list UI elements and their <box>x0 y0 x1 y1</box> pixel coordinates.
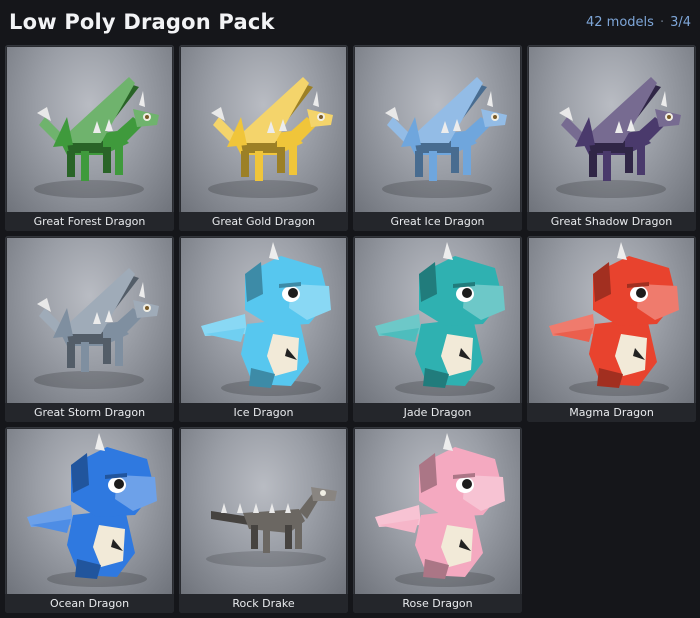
model-grid: Great Forest Dragon Great Gold Dragon Grea… <box>5 45 696 613</box>
dragon-render <box>382 77 507 198</box>
model-count: 42 models <box>586 14 654 30</box>
model-name: Rose Dragon <box>353 594 522 613</box>
gallery-meta: 42 models · 3/4 <box>586 15 691 30</box>
model-card[interactable]: Great Storm Dragon <box>5 236 174 422</box>
model-thumbnail <box>355 47 520 212</box>
model-card[interactable]: Magma Dragon <box>527 236 696 422</box>
model-name: Great Shadow Dragon <box>527 212 696 231</box>
model-card[interactable]: Great Ice Dragon <box>353 45 522 231</box>
dragon-render <box>556 77 681 198</box>
dragon-render <box>206 487 337 567</box>
dragon-render <box>27 433 157 587</box>
model-card[interactable]: Great Forest Dragon <box>5 45 174 231</box>
model-card[interactable]: Ice Dragon <box>179 236 348 422</box>
gallery-header: Low Poly Dragon Pack 42 models · 3/4 <box>0 0 700 44</box>
model-name: Magma Dragon <box>527 403 696 422</box>
dragon-render <box>375 433 505 587</box>
model-name: Ocean Dragon <box>5 594 174 613</box>
page-title: Low Poly Dragon Pack <box>9 10 275 34</box>
model-thumbnail <box>7 47 172 212</box>
model-name: Ice Dragon <box>179 403 348 422</box>
model-thumbnail <box>181 429 346 594</box>
dragon-render <box>375 242 505 396</box>
model-thumbnail <box>355 429 520 594</box>
model-thumbnail <box>181 238 346 403</box>
dragon-render <box>34 268 159 389</box>
model-name: Great Forest Dragon <box>5 212 174 231</box>
model-card[interactable]: Rose Dragon <box>353 427 522 613</box>
dragon-render <box>201 242 331 396</box>
model-name: Great Ice Dragon <box>353 212 522 231</box>
model-name: Great Gold Dragon <box>179 212 348 231</box>
model-name: Great Storm Dragon <box>5 403 174 422</box>
model-thumbnail <box>7 238 172 403</box>
model-name: Jade Dragon <box>353 403 522 422</box>
dragon-render <box>549 242 679 396</box>
model-card[interactable]: Great Gold Dragon <box>179 45 348 231</box>
model-thumbnail <box>355 238 520 403</box>
model-card[interactable]: Ocean Dragon <box>5 427 174 613</box>
meta-separator: · <box>659 14 665 30</box>
model-name: Rock Drake <box>179 594 348 613</box>
dragon-render <box>208 77 333 198</box>
model-card[interactable]: Great Shadow Dragon <box>527 45 696 231</box>
model-thumbnail <box>529 47 694 212</box>
dragon-render <box>34 77 159 198</box>
model-thumbnail <box>529 238 694 403</box>
page-indicator: 3/4 <box>670 14 691 30</box>
model-thumbnail <box>7 429 172 594</box>
model-thumbnail <box>181 47 346 212</box>
model-card[interactable]: Rock Drake <box>179 427 348 613</box>
model-card[interactable]: Jade Dragon <box>353 236 522 422</box>
